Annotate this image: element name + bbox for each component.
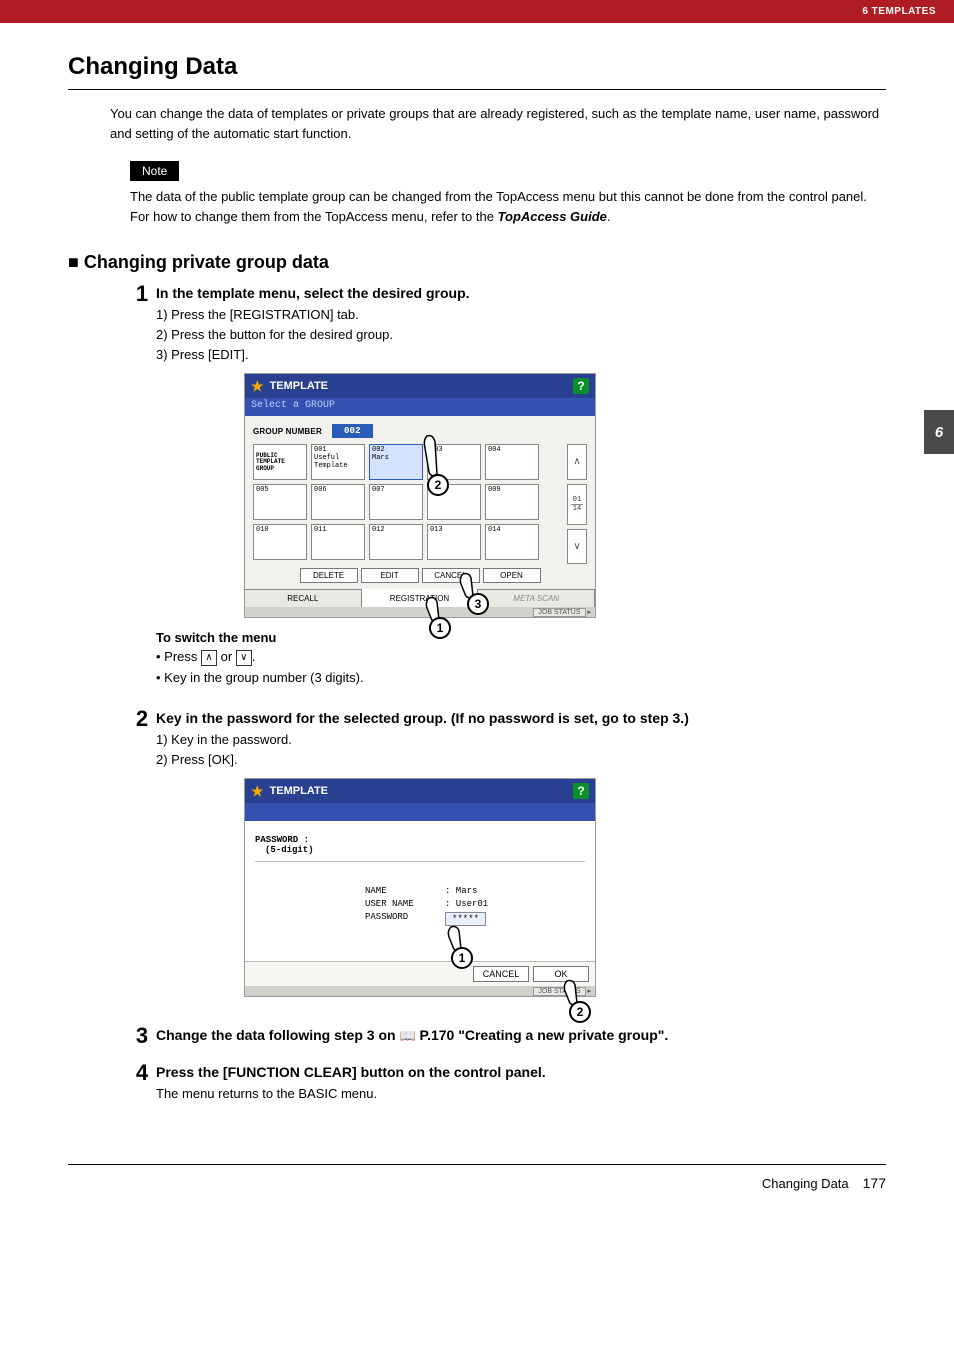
fig1-title: TEMPLATE [270, 380, 328, 392]
group-number-field[interactable]: 002 [332, 424, 373, 438]
page-indicator: 01 14 [567, 484, 587, 526]
fig2-titlebar: ★ TEMPLATE ? [245, 779, 595, 803]
group-cell-012[interactable]: 012 [369, 524, 423, 560]
open-button[interactable]: OPEN [483, 568, 541, 583]
scroll-up-button[interactable]: ∧ [567, 444, 587, 479]
note-text-2: . [607, 209, 611, 224]
group-cell-013[interactable]: 013 [427, 524, 481, 560]
chapter-tab: 6 [924, 410, 954, 454]
step-1-sub-3: 3) Press [EDIT]. [156, 345, 886, 365]
fig2-title: TEMPLATE [270, 785, 328, 797]
switch-menu-heading: To switch the menu [156, 630, 886, 645]
book-icon: 📖 [399, 1028, 415, 1044]
step-number-2: 2 [128, 708, 156, 730]
switch-menu-bullet-2: • Key in the group number (3 digits). [156, 668, 886, 688]
job-status-button[interactable]: JOB STATUS [533, 987, 585, 996]
tab-recall[interactable]: RECALL [245, 589, 362, 607]
section-heading: ■ Changing private group data [68, 252, 886, 273]
step-2-sub-2: 2) Press [OK]. [156, 750, 886, 770]
title-rule [68, 89, 886, 90]
step-1-sub-1: 1) Press the [REGISTRATION] tab. [156, 305, 886, 325]
figure-template-password: ★ TEMPLATE ? PASSWORD : (5-digit) NAME: … [244, 778, 596, 997]
edit-button[interactable]: EDIT [361, 568, 419, 583]
group-cell-005[interactable]: 005 [253, 484, 307, 520]
public-template-group-cell[interactable]: PUBLIC TEMPLATE GROUP [253, 444, 307, 480]
password-prompt-1: PASSWORD : [255, 835, 585, 845]
step-number-3: 3 [128, 1025, 156, 1047]
password-prompt-2: (5-digit) [265, 845, 585, 855]
group-cell-009[interactable]: 009 [485, 484, 539, 520]
cancel-button[interactable]: CANCEL [422, 568, 480, 583]
step-number-1: 1 [128, 283, 156, 305]
chapter-header: 6 TEMPLATES [0, 0, 954, 23]
step-3-title: Change the data following step 3 on 📖 P.… [156, 1027, 886, 1044]
section-marker: ■ [68, 252, 79, 272]
fig1-titlebar: ★ TEMPLATE ? [245, 374, 595, 398]
up-key-icon: ∧ [201, 650, 217, 666]
tab-meta-scan[interactable]: META SCAN [478, 589, 595, 607]
delete-button[interactable]: DELETE [300, 568, 358, 583]
password-label: PASSWORD [365, 912, 445, 926]
group-cell-007[interactable]: 007 [369, 484, 423, 520]
callout-2: 2 [569, 1001, 591, 1023]
help-icon[interactable]: ? [573, 378, 589, 394]
star-icon: ★ [251, 784, 264, 798]
user-name-label: USER NAME [365, 899, 445, 909]
note-text: The data of the public template group ca… [130, 187, 886, 226]
group-cell-010[interactable]: 010 [253, 524, 307, 560]
step-4-title: Press the [FUNCTION CLEAR] button on the… [156, 1064, 886, 1080]
figure-template-group: ★ TEMPLATE ? Select a GROUP GROUP NUMBER… [244, 373, 596, 618]
section-heading-text: Changing private group data [84, 252, 329, 272]
tab-registration[interactable]: REGISTRATION [362, 589, 479, 607]
page-title: Changing Data [68, 53, 886, 81]
password-field[interactable]: ***** [445, 912, 486, 926]
step-2-title: Key in the password for the selected gro… [156, 710, 886, 726]
job-status-bar: JOB STATUS ▸ [245, 986, 595, 996]
help-icon[interactable]: ? [573, 783, 589, 799]
group-cell-014[interactable]: 014 [485, 524, 539, 560]
step-1-sub-2: 2) Press the button for the desired grou… [156, 325, 886, 345]
group-number-label: GROUP NUMBER [253, 427, 322, 436]
group-cell-006[interactable]: 006 [311, 484, 365, 520]
note-tag: Note [130, 161, 179, 181]
intro-text: You can change the data of templates or … [110, 104, 886, 143]
group-cell-002[interactable]: 002Mars [369, 444, 423, 480]
step-number-4: 4 [128, 1062, 156, 1084]
topaccess-guide-ref: TopAccess Guide [498, 209, 607, 224]
cancel-button[interactable]: CANCEL [473, 966, 529, 982]
group-cell-004[interactable]: 004 [485, 444, 539, 480]
name-value: : Mars [445, 886, 477, 896]
job-status-button[interactable]: JOB STATUS [533, 608, 585, 617]
down-key-icon: ∨ [236, 650, 252, 666]
user-name-value: : User01 [445, 899, 488, 909]
star-icon: ★ [251, 379, 264, 393]
job-status-bar: JOB STATUS ▸ [245, 607, 595, 617]
step-2-sub-1: 1) Key in the password. [156, 730, 886, 750]
name-label: NAME [365, 886, 445, 896]
step-4-after: The menu returns to the BASIC menu. [156, 1084, 886, 1104]
step-1-title: In the template menu, select the desired… [156, 285, 886, 301]
fig1-subtitle: Select a GROUP [245, 398, 595, 416]
group-cell-011[interactable]: 011 [311, 524, 365, 560]
page-number: 177 [863, 1175, 886, 1191]
divider [255, 861, 585, 862]
scroll-down-button[interactable]: ∨ [567, 529, 587, 564]
group-cell-001[interactable]: 001Useful Template [311, 444, 365, 480]
callout-1: 1 [451, 947, 473, 969]
ok-button[interactable]: OK [533, 966, 589, 982]
fig2-subbar [245, 803, 595, 821]
footer-title: Changing Data [762, 1176, 849, 1191]
switch-menu-bullet-1: • Press ∧ or ∨. [156, 647, 886, 667]
